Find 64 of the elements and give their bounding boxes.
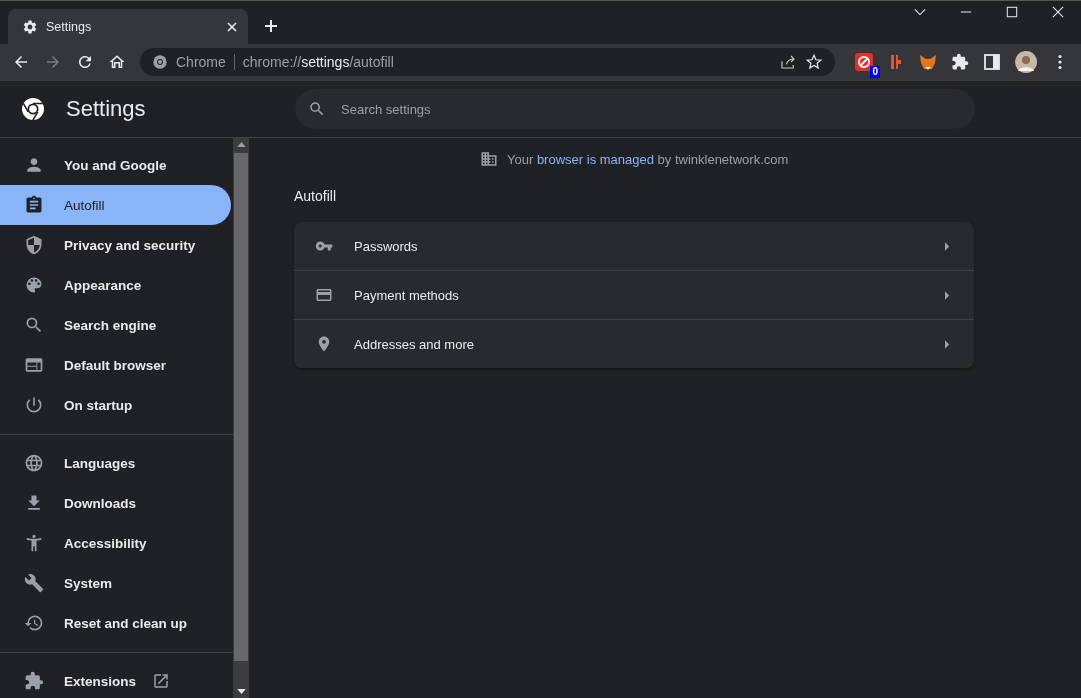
extension-icon[interactable] bbox=[855, 53, 873, 71]
address-bar[interactable]: Chrome chrome://settings/autofill bbox=[140, 48, 835, 76]
wrench-icon bbox=[24, 573, 44, 593]
managed-notice: Your browser is managed by twinklenetwork.com bbox=[507, 151, 789, 167]
sidebar-item[interactable]: Reset and clean up bbox=[0, 603, 231, 643]
reload-icon[interactable] bbox=[76, 53, 94, 71]
power-icon bbox=[24, 395, 44, 415]
chrome-logo-icon bbox=[152, 54, 168, 70]
sidebar-item[interactable]: Privacy and security bbox=[0, 225, 231, 265]
settings-row[interactable]: Passwords bbox=[294, 222, 974, 270]
close-window-icon[interactable] bbox=[1052, 6, 1064, 18]
clipboard-icon bbox=[24, 195, 44, 215]
close-icon[interactable] bbox=[226, 20, 238, 33]
managed-link[interactable]: browser is managed bbox=[536, 151, 654, 167]
search-field[interactable]: Search settings bbox=[295, 89, 975, 129]
page-title: Settings bbox=[66, 96, 146, 122]
accessibility-icon bbox=[24, 533, 44, 553]
sidebar-item[interactable]: You and Google bbox=[0, 145, 231, 185]
search-icon bbox=[24, 315, 44, 335]
settings-row[interactable]: Addresses and more bbox=[294, 319, 974, 368]
browser-tab[interactable]: Settings bbox=[8, 9, 248, 44]
tab-search-chevron-icon[interactable] bbox=[914, 6, 926, 18]
sidebar-item[interactable]: Extensions bbox=[0, 661, 231, 698]
share-icon[interactable] bbox=[779, 53, 797, 71]
building-icon bbox=[480, 150, 498, 168]
tab-title: Settings bbox=[46, 19, 93, 34]
sidebar-item[interactable]: Default browser bbox=[0, 345, 231, 385]
maximize-icon[interactable] bbox=[1006, 6, 1018, 18]
sidebar-item[interactable]: Downloads bbox=[0, 483, 231, 523]
sidebar-item[interactable]: Autofill bbox=[0, 185, 231, 225]
open-in-new-icon[interactable] bbox=[152, 672, 171, 690]
caret-icon bbox=[945, 339, 950, 349]
home-icon[interactable] bbox=[108, 53, 126, 71]
settings-icon bbox=[22, 18, 38, 35]
extension-badge: 0 bbox=[870, 66, 880, 78]
sidebar-item[interactable]: Accessibility bbox=[0, 523, 231, 563]
settings-row[interactable]: Payment methods bbox=[294, 270, 974, 319]
chrome-logo-icon bbox=[21, 97, 45, 121]
avatar[interactable] bbox=[1015, 51, 1037, 73]
site-label: Chrome bbox=[176, 54, 226, 70]
globe-icon bbox=[24, 453, 44, 473]
sidebar-item[interactable]: Appearance bbox=[0, 265, 231, 305]
palette-icon bbox=[24, 275, 44, 295]
fox-icon[interactable] bbox=[919, 53, 937, 71]
section-title: Autofill bbox=[294, 188, 338, 204]
new-tab-icon[interactable] bbox=[264, 19, 278, 33]
puzzle-icon bbox=[24, 671, 44, 691]
sidebar-item[interactable]: Search engine bbox=[0, 305, 231, 345]
scrollbar[interactable] bbox=[233, 138, 249, 698]
browser-window-icon bbox=[24, 355, 44, 375]
history-icon bbox=[24, 613, 44, 633]
url-text: chrome://settings/autofill bbox=[242, 54, 394, 70]
star-icon[interactable] bbox=[805, 53, 823, 71]
sidebar-item[interactable]: On startup bbox=[0, 385, 231, 425]
scroll-up-arrow-icon[interactable] bbox=[236, 142, 246, 147]
shield-icon bbox=[24, 235, 44, 255]
credit-card-icon bbox=[315, 286, 333, 304]
caret-icon bbox=[945, 241, 950, 251]
caret-icon bbox=[945, 290, 950, 300]
sidebar-item[interactable]: System bbox=[0, 563, 231, 603]
puzzle-icon[interactable] bbox=[951, 53, 969, 71]
scroll-down-arrow-icon[interactable] bbox=[236, 689, 246, 694]
side-panel-icon[interactable] bbox=[983, 53, 1001, 71]
sidebar-item[interactable]: Languages bbox=[0, 443, 231, 483]
